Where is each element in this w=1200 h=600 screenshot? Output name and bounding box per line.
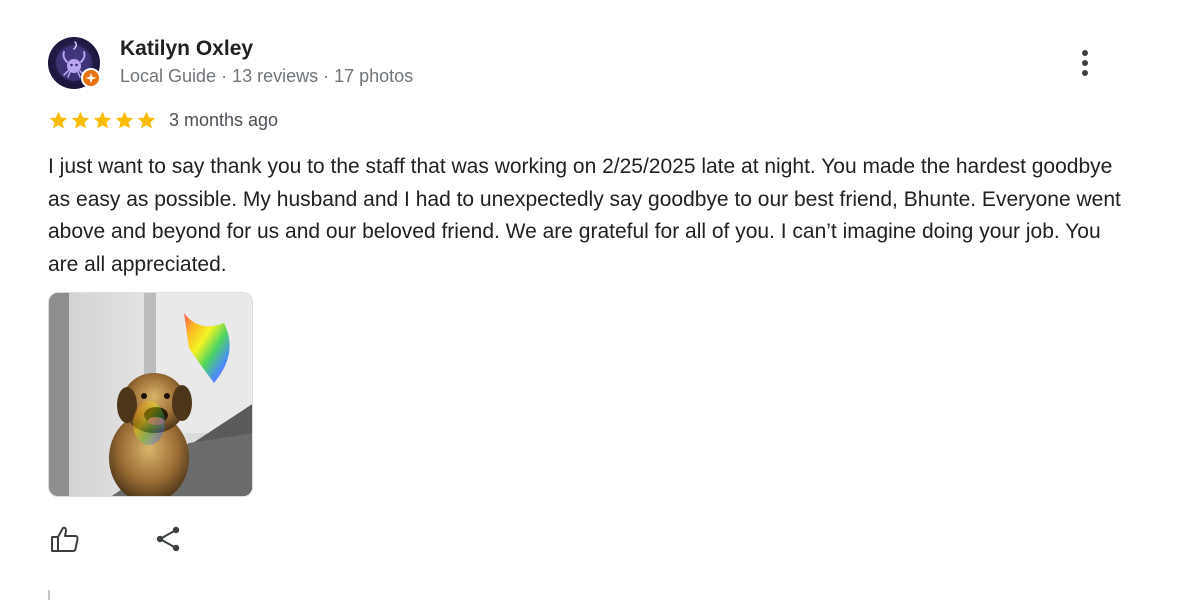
star-icon [49, 111, 68, 128]
star-icon [93, 111, 112, 128]
author-name[interactable]: Katilyn Oxley [120, 37, 253, 61]
divider [48, 590, 50, 600]
share-button[interactable] [148, 519, 188, 559]
like-button[interactable] [45, 519, 85, 559]
avatar[interactable] [48, 37, 101, 89]
review-text: I just want to say thank you to the staf… [48, 155, 1121, 276]
star-icon [137, 111, 156, 128]
star-icon [71, 111, 90, 128]
review-date: 3 months ago [169, 109, 279, 130]
thumb-up-icon [51, 526, 79, 552]
rating-row: 3 months ago [48, 107, 278, 133]
more-vert-icon-dot [1082, 70, 1088, 76]
review-photo[interactable] [48, 292, 253, 497]
local-guide-star-icon [81, 68, 101, 88]
star-rating [48, 110, 157, 131]
review-card: Katilyn Oxley Local Guide · 13 reviews ·… [0, 0, 1200, 600]
dog-photo-thumbnail [49, 293, 252, 496]
more-options-button[interactable] [1070, 44, 1100, 82]
author-meta[interactable]: Local Guide · 13 reviews · 17 photos [120, 66, 413, 87]
more-vert-icon [1082, 50, 1088, 56]
star-icon [115, 111, 134, 128]
share-icon [156, 526, 180, 552]
more-vert-icon-dot [1082, 60, 1088, 66]
